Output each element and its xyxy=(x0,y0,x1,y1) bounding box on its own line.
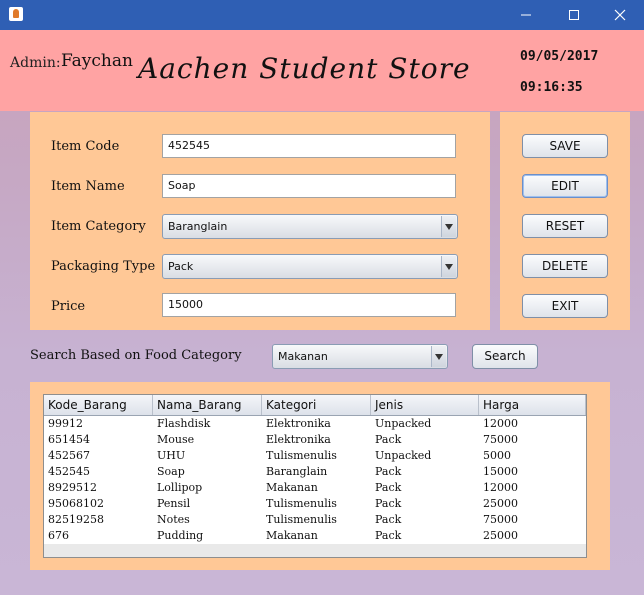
table-row[interactable]: 99912 Flashdisk Elektronika Unpacked 120… xyxy=(44,416,586,432)
cell-kode-barang: 651454 xyxy=(48,433,90,446)
cell-kode-barang: 452567 xyxy=(48,449,90,462)
dropdown-arrow-icon[interactable] xyxy=(441,256,456,277)
item-code-input[interactable]: 452545 xyxy=(162,134,456,158)
save-button[interactable]: SAVE xyxy=(522,134,608,158)
cell-jenis: Unpacked xyxy=(375,449,432,462)
admin-label: Admin: xyxy=(10,55,61,71)
maximize-icon xyxy=(569,10,579,20)
cell-nama-barang: Pensil xyxy=(157,497,191,510)
reset-button[interactable]: RESET xyxy=(522,214,608,238)
items-table[interactable]: Kode_Barang Nama_Barang Kategori Jenis H… xyxy=(43,394,587,558)
packaging-type-value: Pack xyxy=(168,260,194,273)
cell-nama-barang: Flashdisk xyxy=(157,417,211,430)
item-category-label: Item Category xyxy=(51,219,146,234)
delete-button[interactable]: DELETE xyxy=(522,254,608,278)
cell-kode-barang: 676 xyxy=(48,529,69,542)
table-row[interactable]: 676 Pudding Makanan Pack 25000 xyxy=(44,528,586,544)
cell-kode-barang: 452545 xyxy=(48,465,90,478)
cell-harga: 25000 xyxy=(483,529,518,542)
cell-kode-barang: 99912 xyxy=(48,417,83,430)
item-category-select[interactable]: Baranglain xyxy=(162,214,458,239)
cell-harga: 75000 xyxy=(483,513,518,526)
column-header[interactable]: Harga xyxy=(479,395,586,415)
table-row[interactable]: 8929512 Lollipop Makanan Pack 12000 xyxy=(44,480,586,496)
minimize-button[interactable] xyxy=(506,0,546,30)
close-icon xyxy=(614,9,626,21)
table-row[interactable]: 452545 Soap Baranglain Pack 15000 xyxy=(44,464,586,480)
cell-jenis: Pack xyxy=(375,529,402,542)
cell-kategori: Tulismenulis xyxy=(266,449,337,462)
cell-harga: 5000 xyxy=(483,449,511,462)
table-row[interactable]: 651454 Mouse Elektronika Pack 75000 xyxy=(44,432,586,448)
packaging-type-label: Packaging Type xyxy=(51,259,156,274)
price-label: Price xyxy=(51,299,86,314)
admin-name: Faychan xyxy=(61,51,133,71)
cell-jenis: Pack xyxy=(375,465,402,478)
cell-kategori: Tulismenulis xyxy=(266,497,337,510)
cell-harga: 25000 xyxy=(483,497,518,510)
java-app-icon xyxy=(9,7,23,21)
cell-kategori: Elektronika xyxy=(266,417,331,430)
cell-kode-barang: 95068102 xyxy=(48,497,104,510)
column-header[interactable]: Nama_Barang xyxy=(153,395,262,415)
close-button[interactable] xyxy=(600,0,640,30)
current-date: 09/05/2017 xyxy=(520,49,599,64)
cell-nama-barang: Notes xyxy=(157,513,190,526)
item-category-value: Baranglain xyxy=(168,220,228,233)
packaging-type-select[interactable]: Pack xyxy=(162,254,458,279)
cell-harga: 12000 xyxy=(483,481,518,494)
edit-button[interactable]: EDIT xyxy=(522,174,608,198)
current-time: 09:16:35 xyxy=(520,80,583,95)
search-label: Search Based on Food Category xyxy=(30,348,242,363)
cell-nama-barang: Mouse xyxy=(157,433,195,446)
cell-kode-barang: 8929512 xyxy=(48,481,97,494)
item-name-label: Item Name xyxy=(51,179,125,194)
cell-kategori: Makanan xyxy=(266,481,318,494)
column-header[interactable]: Jenis xyxy=(371,395,479,415)
cell-jenis: Pack xyxy=(375,433,402,446)
cell-nama-barang: UHU xyxy=(157,449,186,462)
cell-kategori: Baranglain xyxy=(266,465,328,478)
cell-nama-barang: Lollipop xyxy=(157,481,203,494)
item-name-input[interactable]: Soap xyxy=(162,174,456,198)
table-row[interactable]: 452567 UHU Tulismenulis Unpacked 5000 xyxy=(44,448,586,464)
window-titlebar xyxy=(0,0,644,30)
cell-kategori: Tulismenulis xyxy=(266,513,337,526)
column-header[interactable]: Kategori xyxy=(262,395,371,415)
dropdown-arrow-icon[interactable] xyxy=(431,346,446,367)
food-category-select[interactable]: Makanan xyxy=(272,344,448,369)
exit-button[interactable]: EXIT xyxy=(522,294,608,318)
cell-harga: 12000 xyxy=(483,417,518,430)
search-button[interactable]: Search xyxy=(472,344,538,369)
cell-nama-barang: Pudding xyxy=(157,529,204,542)
price-input[interactable]: 15000 xyxy=(162,293,456,317)
dropdown-arrow-icon[interactable] xyxy=(441,216,456,237)
table-row[interactable]: 95068102 Pensil Tulismenulis Pack 25000 xyxy=(44,496,586,512)
table-body: 99912 Flashdisk Elektronika Unpacked 120… xyxy=(44,416,586,544)
item-code-label: Item Code xyxy=(51,139,120,154)
maximize-button[interactable] xyxy=(554,0,594,30)
cell-kode-barang: 82519258 xyxy=(48,513,104,526)
cell-harga: 75000 xyxy=(483,433,518,446)
food-category-value: Makanan xyxy=(278,350,328,363)
cell-jenis: Pack xyxy=(375,513,402,526)
cell-kategori: Elektronika xyxy=(266,433,331,446)
table-row[interactable]: 82519258 Notes Tulismenulis Pack 75000 xyxy=(44,512,586,528)
table-header: Kode_Barang Nama_Barang Kategori Jenis H… xyxy=(44,395,586,416)
column-header[interactable]: Kode_Barang xyxy=(44,395,153,415)
cell-nama-barang: Soap xyxy=(157,465,185,478)
cell-harga: 15000 xyxy=(483,465,518,478)
cell-jenis: Pack xyxy=(375,481,402,494)
cell-jenis: Unpacked xyxy=(375,417,432,430)
item-form-panel: Item Code 452545 Item Name Soap Item Cat… xyxy=(30,112,490,330)
cell-kategori: Makanan xyxy=(266,529,318,542)
cell-jenis: Pack xyxy=(375,497,402,510)
store-title: Aachen Student Store xyxy=(138,52,471,85)
minimize-icon xyxy=(521,14,531,16)
